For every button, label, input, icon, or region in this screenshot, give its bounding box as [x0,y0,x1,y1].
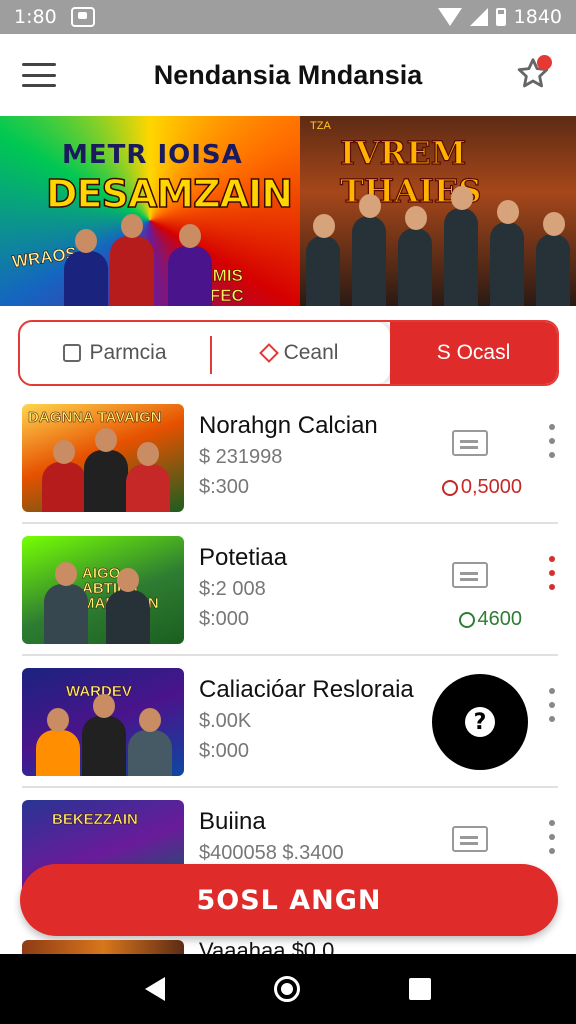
item-thumbnail: WARDEV [22,668,184,776]
thumbnail-caption: BEKEZZAIN [52,811,138,828]
banner-right-image[interactable]: TZA IVREM THAIES [300,116,576,306]
coin-icon [458,611,475,628]
back-icon[interactable] [144,977,165,1001]
app-screen: 1:80 1840 Nendansia Mndansia METR IOISA … [0,0,576,1024]
card-icon[interactable] [452,562,488,588]
banner-crowd [300,186,576,306]
tab-divider [210,336,212,374]
card-icon[interactable] [452,826,488,852]
star-notification-icon[interactable] [514,55,554,95]
status-indicators: 1840 [437,6,562,28]
item-detail: $ 231998 [199,446,283,468]
more-options-icon[interactable] [546,820,558,854]
tab-label: Parmcia [89,341,167,364]
thumbnail-caption: DAGNNA TAVAIGN [28,409,162,426]
thumbnail-caption: WARDEV [66,683,132,700]
tab-ceanl[interactable]: Ceanl [210,322,390,384]
item-title: Buiina [199,808,266,835]
banner-right-tag: TZA [310,120,331,132]
notification-app-icon [70,7,95,27]
item-title: Norahgn Calcian [199,412,378,439]
home-icon[interactable] [273,976,300,1002]
search-outline-icon [63,344,82,362]
item-price: 0,5000 [441,476,522,499]
system-nav-bar [0,954,576,1024]
item-detail: $:000 [199,608,250,630]
app-bar: Nendansia Mndansia [0,34,576,116]
primary-action-button[interactable]: 5OSL ANGN [20,864,558,936]
list-item-partial[interactable]: Vaaahaa $0 0 [22,940,558,954]
promo-banner[interactable]: METR IOISA DESAMZAIN WRAOS SEMIS FIIFEC … [0,116,576,306]
item-detail: $.00K [199,710,252,732]
coin-icon [441,479,458,496]
banner-left-headline: DESAMZAIN [45,171,294,217]
help-icon: ? [465,707,495,737]
tab-parmcia[interactable]: Parmcia [20,322,210,384]
banner-character [110,214,154,306]
item-thumbnail: AIGO ABTIEN MAREANN [22,536,184,644]
banner-left-title: METR IOISA [62,140,243,170]
recents-icon[interactable] [409,978,432,1000]
item-thumbnail: DAGNNA TAVAIGN [22,404,184,512]
status-time: 1:80 [14,6,57,28]
banner-character [64,229,108,306]
list-item[interactable]: AIGO ABTIEN MAREANN Potetiaa $:2 008 $:0… [22,524,558,656]
status-bar: 1:80 1840 [0,0,576,34]
item-title: Caliacióar Resloraia [199,676,414,703]
more-options-icon[interactable] [546,424,558,458]
item-detail: $400058 $.3400 [199,842,344,864]
item-title: Potetiaa [199,544,288,571]
item-detail: $:300 [199,476,250,498]
banner-left-image[interactable]: METR IOISA DESAMZAIN WRAOS SEMIS FIIFEC [0,116,300,306]
battery-level: 1840 [513,6,562,28]
item-price: 4600 [458,608,522,631]
list-item[interactable]: DAGNNA TAVAIGN Norahgn Calcian $ 231998 … [22,392,558,524]
battery-icon [495,8,506,26]
item-thumbnail [22,940,184,954]
tab-label: Ceanl [283,341,339,364]
item-detail: $:2 008 [199,578,266,600]
card-icon[interactable] [452,430,488,456]
diamond-icon [258,343,279,363]
more-options-icon[interactable] [546,688,558,722]
notification-dot [537,55,552,70]
tab-label: S Ocasl [436,341,511,364]
help-button[interactable]: ? [432,674,528,770]
segmented-tabs: Parmcia Ceanl S Ocasl [18,320,559,386]
item-list: DAGNNA TAVAIGN Norahgn Calcian $ 231998 … [0,392,576,920]
wifi-icon [437,8,462,26]
menu-icon[interactable] [22,63,56,87]
banner-character [168,224,212,306]
item-detail: $:000 [199,740,250,762]
page-title: Nendansia Mndansia [153,59,423,90]
signal-icon [469,8,488,26]
tab-s-ocasl[interactable]: S Ocasl [390,322,557,384]
item-title: Vaaahaa $0 0 [199,940,335,954]
more-options-icon[interactable] [546,556,558,590]
